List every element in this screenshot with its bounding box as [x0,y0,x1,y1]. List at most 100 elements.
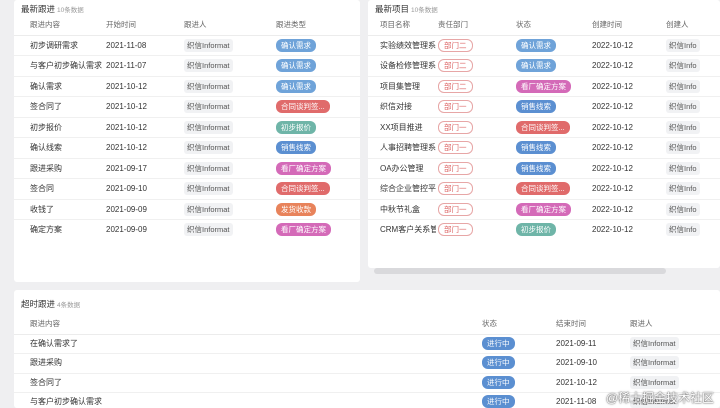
project-status-badge: 确认需求 [516,38,556,52]
table-row[interactable]: 跟进采购 2021-09-17 织信Informat 看厂确定方案 [14,159,360,179]
column-header[interactable]: 创建人 [666,15,689,35]
department-tag: 部门一 [438,182,473,196]
start-time: 2021-09-10 [106,184,147,193]
assignee-tag: 织信Informat [184,182,233,196]
created-date: 2022-10-12 [592,40,633,50]
panel-title: 超时跟进 [21,299,56,309]
creator-tag-cell: 织信Info [666,159,700,179]
table-row[interactable]: XX项目推进 部门一 合同谈判签... 2022-10-12 织信Info [368,118,720,138]
followup-type-badge-cell: 看厂确定方案 [276,159,331,179]
horizontal-scrollbar[interactable] [374,268,666,274]
creator-tag-cell: 织信Info [666,36,700,56]
start-time: 2021-09-09 [106,204,147,214]
followup-type-badge: 初步报价 [276,120,316,134]
column-header[interactable]: 创建时间 [592,15,622,35]
start-time: 2021-10-12 [106,143,147,152]
created-date: 2022-10-12 [592,143,633,152]
followup-type-badge-cell: 确认需求 [276,77,316,97]
followup-type-badge: 确认需求 [276,59,316,73]
column-header[interactable]: 跟进人 [184,15,207,35]
column-header[interactable]: 跟进内容 [30,314,60,334]
followup-type-badge-cell: 销售线索 [276,138,316,158]
creator-tag-cell: 织信Info [666,138,700,158]
project-status-badge: 合同谈判签... [516,120,570,134]
table-row[interactable]: 收钱了 2021-09-09 织信Informat 发货收款 [14,200,360,220]
table-row[interactable]: 设备检修管理系 部门二 确认需求 2022-10-12 织信Info [368,56,720,77]
table-row[interactable]: 跟进采购 进行中 2021-09-10 织信Informat [14,353,720,374]
project-status-badge: 看厂确定方案 [516,202,571,216]
followup-content: 确认线索 [30,143,62,152]
followup-type-badge: 销售线索 [276,141,316,155]
table-row[interactable]: 人事招聘管理系 部门一 销售线索 2022-10-12 织信Info [368,138,720,159]
recent-followups-panel: 最新跟进 10条数据 跟进内容 开始时间 跟进人 跟进类型 初步调研需求 2021-11-0… [14,0,360,282]
column-header[interactable]: 跟进类型 [276,15,306,35]
department-tag-cell: 部门一 [438,138,473,158]
followup-content: 初步调研需求 [30,40,78,50]
department-tag: 部门二 [438,38,473,52]
department-tag-cell: 部门一 [438,200,473,220]
table-row[interactable]: 项目集管理 部门二 看厂确定方案 2022-10-12 织信Info [368,77,720,97]
table-row[interactable]: 确认线索 2021-10-12 织信Informat 销售线索 [14,138,360,159]
assignee-tag: 织信Informat [184,223,233,237]
table-row[interactable]: 综合企业管控平 部门一 合同谈判签... 2022-10-12 织信Info [368,179,720,200]
start-time: 2021-10-12 [106,102,147,111]
project-status-badge-cell: 合同谈判签... [516,118,570,138]
column-header[interactable]: 状态 [516,15,531,35]
department-tag-cell: 部门二 [438,77,473,97]
followup-type-badge: 看厂确定方案 [276,161,331,175]
panel-title: 最新跟进 [21,4,56,14]
assignee-tag-cell: 织信Informat [630,353,679,373]
table-row[interactable]: CRM客户关系管 部门一 初步报价 2022-10-12 织信Info [368,220,720,241]
table-row[interactable]: 与客户初步确认需求 2021-11-07 织信Informat 确认需求 [14,56,360,77]
table-row[interactable]: 在确认需求了 进行中 2021-09-11 织信Informat [14,334,720,354]
table-row[interactable]: 中秋节礼盒 部门一 看厂确定方案 2022-10-12 织信Info [368,200,720,220]
table-row[interactable]: 确认需求 2021-10-12 织信Informat 确认需求 [14,77,360,97]
start-time: 2021-09-17 [106,163,147,173]
project-status-badge-cell: 销售线索 [516,159,556,179]
table-row[interactable]: 确定方案 2021-09-09 织信Informat 看厂确定方案 [14,220,360,241]
creator-tag-cell: 织信Info [666,200,700,220]
column-header[interactable]: 项目名称 [380,15,410,35]
followup-content: 确定方案 [30,225,62,234]
table-row[interactable]: 签合同 2021-09-10 织信Informat 合同谈判签... [14,179,360,200]
table-row[interactable]: 织信对接 部门一 销售线索 2022-10-12 织信Info [368,97,720,118]
table-row[interactable]: 初步调研需求 2021-11-08 织信Informat 确认需求 [14,36,360,56]
column-header[interactable]: 跟进内容 [30,15,60,35]
creator-tag-cell: 织信Info [666,77,700,97]
project-name: 项目集管理 [380,81,420,91]
status-badge: 进行中 [482,336,515,350]
assignee-tag-cell: 织信Informat [184,179,233,199]
status-badge-cell: 进行中 [482,392,515,408]
table-header-row: 跟进内容 开始时间 跟进人 跟进类型 [14,15,360,36]
column-header[interactable]: 状态 [482,314,497,334]
column-header[interactable]: 结束时间 [556,314,586,334]
record-count: 10条数据 [411,7,438,14]
watermark: @稀土掘金技术社区 [605,391,714,405]
creator-tag: 织信Info [666,38,700,52]
department-tag: 部门一 [438,223,473,237]
column-header[interactable]: 开始时间 [106,15,136,35]
department-tag-cell: 部门一 [438,179,473,199]
column-header[interactable]: 责任部门 [438,15,468,35]
creator-tag: 织信Info [666,202,700,216]
table-row[interactable]: 签合同了 2021-10-12 织信Informat 合同谈判签... [14,97,360,118]
followup-content: 与客户初步确认需求 [30,397,102,406]
created-date: 2022-10-12 [592,184,633,193]
project-status-badge: 确认需求 [516,59,556,73]
creator-tag: 织信Info [666,141,700,155]
followup-content: 与客户初步确认需求 [30,61,102,70]
project-name: 综合企业管控平 [380,184,436,193]
project-status-badge-cell: 确认需求 [516,36,556,56]
table-row[interactable]: OA办公管理 部门一 销售线索 2022-10-12 织信Info [368,159,720,179]
project-status-badge: 销售线索 [516,141,556,155]
project-name: XX项目推进 [380,122,423,132]
assignee-tag-cell: 织信Informat [184,77,233,97]
created-date: 2022-10-12 [592,204,633,214]
followup-type-badge-cell: 确认需求 [276,56,316,76]
followup-type-badge-cell: 合同谈判签... [276,179,330,199]
department-tag: 部门一 [438,100,473,114]
column-header[interactable]: 跟进人 [630,314,653,334]
table-row[interactable]: 实验绩效管理系 部门二 确认需求 2022-10-12 织信Info [368,36,720,56]
table-row[interactable]: 初步报价 2021-10-12 织信Informat 初步报价 [14,118,360,138]
followup-type-badge: 确认需求 [276,38,316,52]
